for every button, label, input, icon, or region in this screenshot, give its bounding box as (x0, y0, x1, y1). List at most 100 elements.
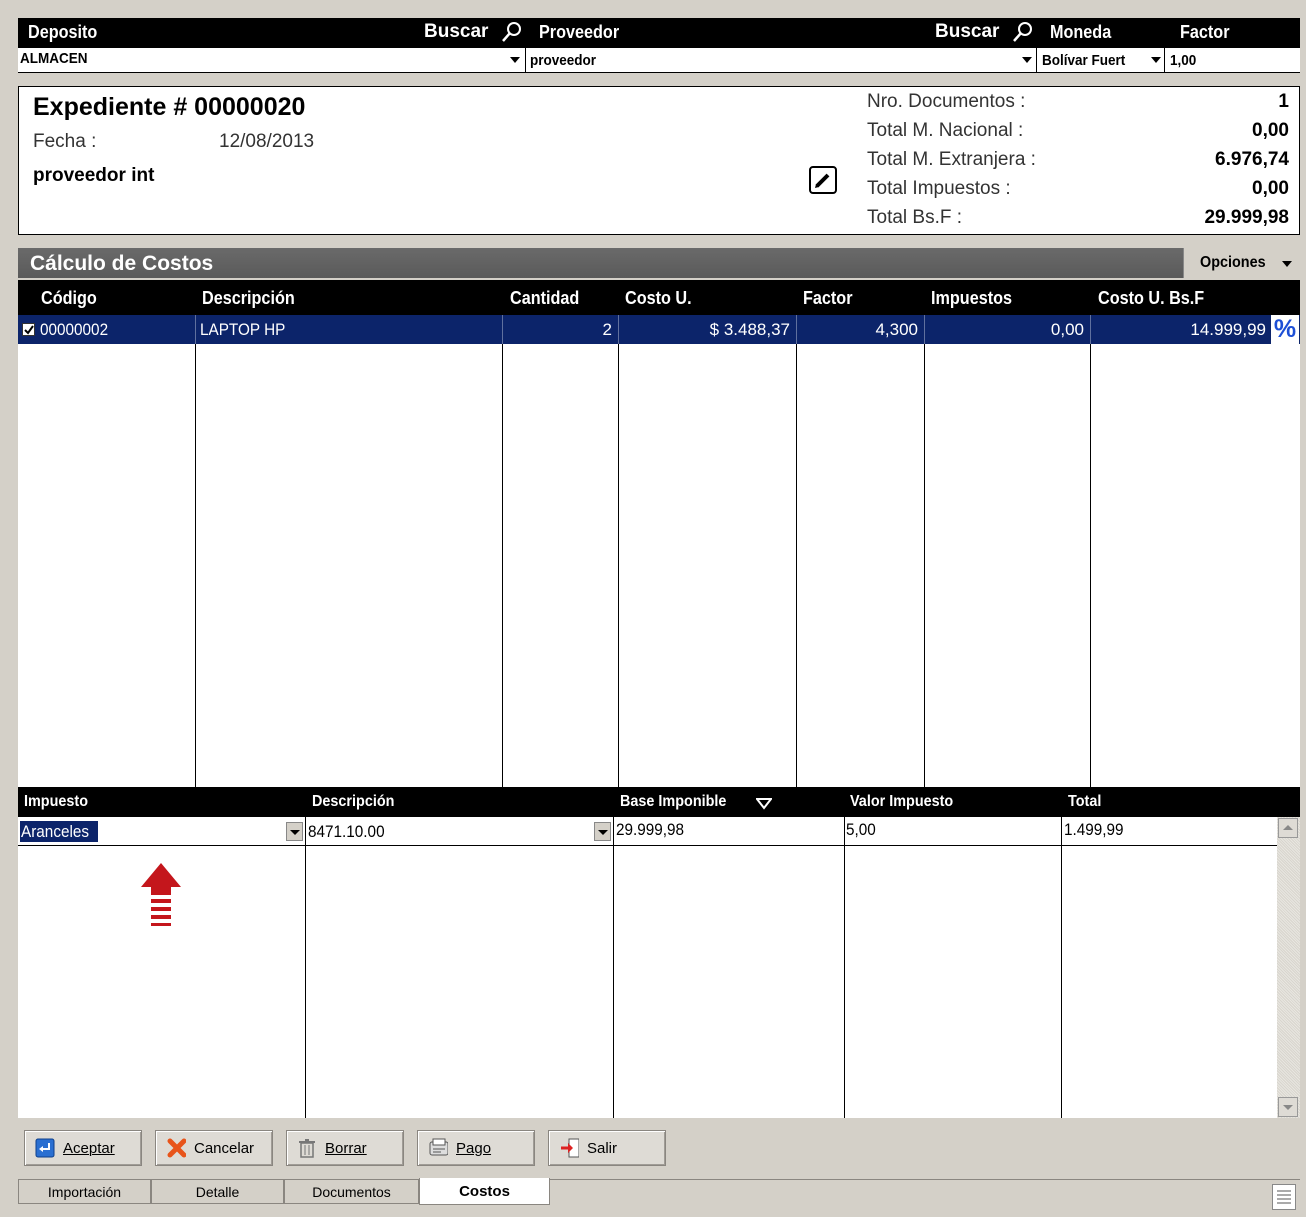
tab-detalle[interactable]: Detalle (151, 1180, 284, 1204)
factor-label: Factor (1180, 22, 1230, 42)
salir-button[interactable]: Salir (548, 1130, 666, 1166)
summary-label: Total M. Extranjera : (867, 149, 1036, 170)
moneda-select[interactable]: Bolívar Fuert (1042, 52, 1125, 69)
costos-grid[interactable]: 00000002 LAPTOP HP 2 $ 3.488,37 4,300 0,… (18, 315, 1300, 787)
col-base-imponible[interactable]: Base Imponible (620, 793, 726, 811)
summary-label: Total Impuestos : (867, 178, 1011, 199)
summary-value: 0,00 (1252, 178, 1289, 199)
borrar-button[interactable]: Borrar (286, 1130, 404, 1166)
summary-label: Total Bs.F : (867, 207, 963, 228)
arrow-up-icon (139, 861, 183, 931)
close-icon (166, 1138, 186, 1158)
costos-title: Cálculo de Costos (30, 252, 214, 275)
deposito-label: Deposito (28, 22, 98, 42)
summary-value: 29.999,98 (1204, 207, 1289, 228)
cancelar-button[interactable]: Cancelar (155, 1130, 273, 1166)
grid-line (844, 817, 845, 1118)
col-valor-impuesto: Valor Impuesto (850, 793, 954, 810)
col-tax-descripcion: Descripción (312, 793, 395, 810)
grid-line (613, 817, 614, 1118)
col-codigo: Código (41, 288, 97, 308)
tax-grid[interactable]: Aranceles 8471.10.00 29.999,98 5,00 1.49… (18, 817, 1300, 1118)
opciones-button[interactable]: Opciones (1183, 248, 1300, 278)
edit-icon[interactable] (809, 166, 837, 194)
summary-value: 0,00 (1252, 120, 1289, 141)
row-checkbox[interactable] (22, 323, 35, 336)
valor-impuesto-value[interactable]: 5,00 (846, 820, 876, 840)
pago-label: Pago (456, 1139, 492, 1157)
vertical-scrollbar[interactable] (1277, 817, 1300, 1118)
impuesto-value: Aranceles (21, 822, 90, 841)
sort-down-icon[interactable] (754, 797, 774, 815)
top-header-bar: Deposito Buscar Proveedor Buscar Moneda … (18, 18, 1300, 48)
divider (525, 48, 526, 73)
col-factor: Factor (803, 288, 853, 308)
summary-value: 1 (1278, 91, 1289, 112)
tab-documentos[interactable]: Documentos (284, 1180, 419, 1204)
grid-line (1090, 315, 1091, 344)
summary-label: Nro. Documentos : (867, 91, 1026, 112)
pago-button[interactable]: Pago (417, 1130, 535, 1166)
grid-line (618, 315, 619, 344)
borrar-label: Borrar (325, 1139, 367, 1157)
grid-line (502, 315, 503, 344)
grid-line (1061, 817, 1062, 1118)
aceptar-label: Aceptar (63, 1139, 115, 1157)
search-icon[interactable] (500, 20, 524, 44)
list-view-icon[interactable] (1272, 1184, 1296, 1210)
col-costo-bsf: Costo U. Bs.F (1098, 288, 1205, 308)
cell-costo-u: $ 3.488,37 (709, 320, 790, 339)
tab-label: Documentos (312, 1183, 391, 1200)
tax-header-row: Impuesto Descripción Base Imponible Valo… (18, 787, 1300, 817)
factor-input[interactable]: 1,00 (1170, 52, 1196, 69)
summary-label: Total M. Nacional : (867, 120, 1024, 141)
tax-descripcion-value[interactable]: 8471.10.00 (308, 822, 385, 842)
deposito-select[interactable]: ALMACEN (20, 50, 88, 67)
enter-icon (35, 1138, 55, 1158)
fecha-label: Fecha : (33, 131, 97, 152)
scroll-down-button[interactable] (1278, 1097, 1298, 1117)
col-descripcion: Descripción (202, 288, 295, 308)
cell-costo-bsf: 14.999,99 (1190, 320, 1266, 339)
col-total: Total (1068, 793, 1102, 810)
chevron-down-icon[interactable] (1022, 57, 1032, 63)
grid-line (924, 315, 925, 787)
buscar-proveedor-label[interactable]: Buscar (935, 21, 999, 43)
total-value[interactable]: 1.499,99 (1064, 820, 1124, 840)
cell-descripcion: LAPTOP HP (200, 320, 286, 339)
cell-cantidad: 2 (602, 320, 612, 339)
expediente-info-panel: Expediente # 00000020 Fecha : 12/08/2013… (18, 86, 1300, 235)
chevron-down-icon[interactable] (1151, 57, 1161, 63)
costos-header-row: Código Descripción Cantidad Costo U. Fac… (18, 280, 1300, 315)
top-inputs-row: ALMACEN proveedor Bolívar Fuert 1,00 (18, 48, 1300, 73)
grid-line (195, 315, 196, 787)
base-imponible-value[interactable]: 29.999,98 (616, 820, 684, 840)
grid-line (1090, 315, 1091, 787)
percent-icon[interactable]: % (1271, 315, 1299, 344)
chevron-down-icon[interactable] (510, 57, 520, 63)
opciones-label: Opciones (1200, 254, 1266, 271)
grid-line (195, 315, 196, 344)
dropdown-button[interactable] (594, 822, 611, 841)
scroll-up-button[interactable] (1278, 818, 1298, 838)
col-impuestos: Impuestos (931, 288, 1013, 308)
divider (1036, 48, 1037, 73)
cancelar-label: Cancelar (194, 1139, 255, 1157)
tab-importacion[interactable]: Importación (18, 1180, 151, 1204)
costos-title-bar: Cálculo de Costos Opciones (18, 248, 1300, 278)
buscar-deposito-label[interactable]: Buscar (424, 21, 488, 43)
cell-impuestos: 0,00 (1050, 320, 1084, 339)
col-costo-u: Costo U. (625, 288, 692, 308)
tab-costos[interactable]: Costos (419, 1178, 550, 1205)
grid-line (618, 315, 619, 787)
grid-line (305, 817, 306, 1118)
table-row[interactable]: 00000002 LAPTOP HP 2 $ 3.488,37 4,300 0,… (18, 315, 1300, 344)
search-icon[interactable] (1011, 20, 1035, 44)
dropdown-button[interactable] (286, 822, 303, 841)
impuesto-select[interactable]: Aranceles (20, 821, 98, 842)
proveedor-label: Proveedor (539, 22, 620, 42)
aceptar-button[interactable]: Aceptar (24, 1130, 142, 1166)
proveedor-select[interactable]: proveedor (530, 52, 596, 69)
proveedor-name: proveedor int (33, 165, 155, 186)
tax-row[interactable]: Aranceles 8471.10.00 29.999,98 5,00 1.49… (18, 817, 1277, 846)
